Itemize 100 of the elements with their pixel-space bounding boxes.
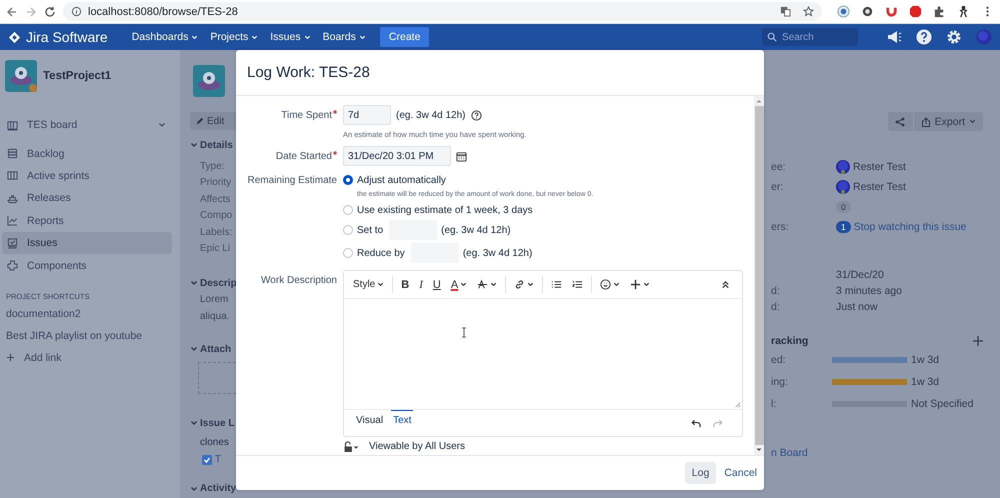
time-spent-field[interactable]: 7d [343, 105, 391, 125]
help-icon[interactable] [916, 29, 932, 45]
nav-menu[interactable]: Boards [322, 31, 366, 43]
logo-icon[interactable] [8, 30, 21, 44]
sidebar-item[interactable]: Issues [2, 232, 172, 254]
translate-icon[interactable] [780, 6, 791, 17]
info-icon[interactable] [71, 6, 82, 17]
back-icon[interactable] [6, 6, 18, 18]
collapse-icon[interactable] [721, 280, 730, 289]
add-icon[interactable] [973, 336, 983, 346]
field-label: Priority [199, 176, 232, 190]
search-field[interactable]: Search [762, 28, 858, 46]
help-icon[interactable] [470, 110, 482, 120]
date-field[interactable]: 31/Dec/20 3:01 PM [343, 146, 451, 166]
share-button[interactable] [888, 112, 913, 131]
create-button[interactable]: Create [380, 27, 430, 47]
radio-button[interactable] [343, 205, 353, 215]
watcher-count: 1 [836, 221, 851, 233]
chevron-icon [190, 484, 198, 493]
project-avatar [193, 65, 225, 97]
radio-button[interactable] [343, 225, 353, 235]
user-name[interactable]: Rester Test [853, 181, 906, 193]
share-icon [895, 116, 906, 126]
project-avatar [5, 60, 37, 92]
star-icon[interactable] [803, 6, 814, 17]
radio-button[interactable] [343, 248, 353, 258]
calendar-icon[interactable] [456, 150, 467, 162]
field-label: Date Started [276, 150, 332, 162]
product-name[interactable]: Jira Software [26, 29, 108, 45]
underline-button[interactable]: U [428, 274, 446, 294]
style-dropdown[interactable]: Style [348, 274, 390, 294]
text-cursor-icon [461, 327, 467, 338]
scrollbar[interactable] [754, 96, 764, 455]
field-label: Labels: [199, 226, 232, 240]
section-toggle[interactable]: Details [190, 136, 233, 154]
upload-icon [920, 116, 931, 126]
plus-icon [630, 279, 642, 290]
italic-button[interactable]: I [414, 274, 428, 294]
columns-icon [7, 170, 18, 182]
nav-menu[interactable]: Projects [210, 31, 258, 43]
date-value: Just now [836, 301, 878, 313]
chevron-icon [158, 121, 166, 130]
puzzle-icon[interactable] [933, 5, 946, 18]
sidebar-item[interactable]: Active sprints [2, 164, 172, 188]
search-icon [767, 32, 777, 42]
reload-icon[interactable] [44, 6, 56, 18]
bold-button[interactable]: B [396, 274, 414, 294]
section-toggle[interactable]: Attach [190, 340, 232, 358]
field-label: ed: [771, 354, 787, 366]
nav-menu[interactable]: Issues [270, 31, 311, 43]
cancel-link[interactable]: Cancel [724, 467, 757, 479]
editor-tab[interactable]: Text [391, 408, 414, 430]
section-toggle[interactable]: Issue L [190, 414, 234, 432]
person-icon[interactable] [957, 5, 970, 18]
text-color-button[interactable]: A [446, 274, 472, 294]
sidebar-item[interactable]: Components [2, 254, 172, 277]
extension-icon[interactable] [837, 5, 850, 18]
field-label: Remaining Estimate [248, 174, 337, 186]
user-name[interactable]: Rester Test [853, 161, 906, 173]
field-label: ing: [771, 376, 789, 388]
extension-icon[interactable] [885, 5, 898, 18]
section-toggle[interactable]: Descrip [190, 274, 237, 292]
field-label: Time Spent [281, 110, 332, 120]
scrollbar-thumb[interactable] [754, 106, 764, 445]
field-label: clones [199, 436, 229, 450]
field-label: ers: [771, 221, 789, 233]
watch-link[interactable]: Stop watching this issue [854, 221, 966, 233]
edit-button[interactable]: Edit [190, 112, 236, 130]
megaphone-icon[interactable] [886, 29, 902, 45]
editor-tab[interactable]: Visual [354, 408, 386, 430]
rich-text-editor[interactable]: Style B I U A Visual Text [343, 270, 743, 437]
project-name[interactable]: TestProject1 [43, 70, 112, 82]
board-link[interactable]: n Board [771, 447, 808, 459]
address-bar[interactable]: localhost:8080/browse/TES-28 [63, 2, 822, 21]
section-toggle[interactable]: Activity [190, 482, 236, 496]
visibility-button[interactable] [343, 440, 359, 452]
task-icon [202, 454, 212, 465]
extension-icon[interactable] [861, 5, 874, 18]
plus-icon [6, 353, 15, 362]
add-link[interactable]: Add link [6, 346, 62, 369]
settings-icon[interactable] [946, 29, 962, 45]
shortcut-link[interactable]: documentation2 [6, 302, 81, 325]
field-label: Work Description [261, 275, 337, 286]
resize-handle-icon[interactable] [734, 401, 741, 408]
sidebar-item[interactable]: Reports [2, 210, 172, 232]
export-button[interactable]: Export [914, 112, 983, 131]
radio-button[interactable] [343, 175, 353, 185]
issue-link[interactable]: T [215, 452, 222, 468]
arrow-down-icon[interactable] [755, 446, 763, 454]
sidebar-item[interactable]: Backlog [2, 142, 172, 165]
field-label: Type: [199, 160, 224, 174]
user-avatar [836, 160, 850, 174]
caret-icon [969, 118, 976, 125]
log-button[interactable]: Log [684, 462, 716, 484]
undo-icon[interactable] [690, 418, 701, 428]
nav-menu[interactable]: Dashboards [132, 31, 198, 43]
sidebar-item[interactable]: Releases [2, 187, 172, 210]
extension-icon[interactable] [909, 5, 922, 18]
board-selector[interactable]: TES board [2, 114, 172, 136]
shortcut-link[interactable]: Best JIRA playlist on youtube [6, 324, 142, 347]
